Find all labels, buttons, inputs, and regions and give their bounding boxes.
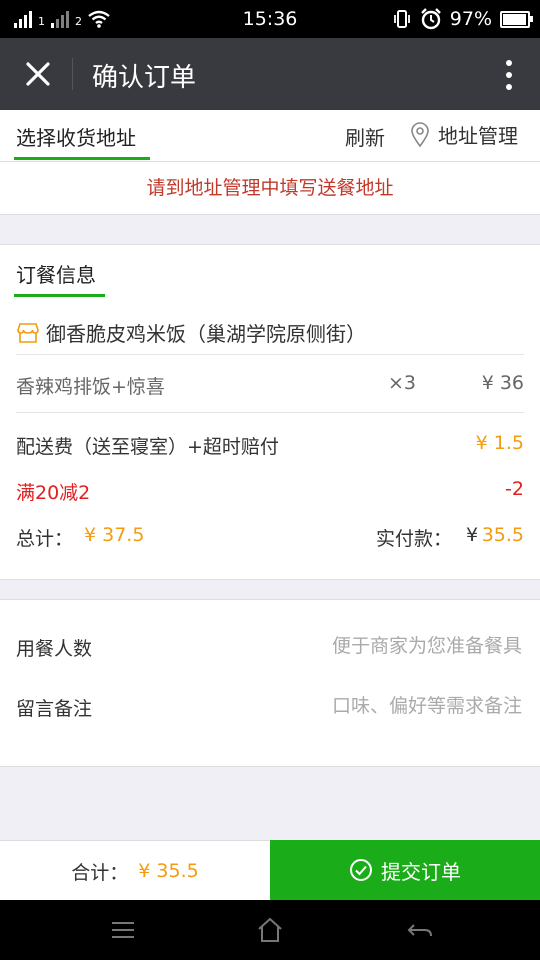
diners-input[interactable] [200, 634, 524, 658]
promo-value: -2 [505, 478, 524, 500]
sum-label: 合计： [71, 861, 129, 884]
item-name: 香辣鸡排饭+惊喜 [16, 376, 165, 398]
order-info-header: 订餐信息 [0, 244, 540, 299]
promo-label: 满20减2 [16, 482, 91, 504]
title-bar: 确认订单 [0, 38, 540, 110]
total-value: ¥ 37.5 [84, 524, 145, 546]
delivery-fee-label: 配送费（送至寝室）+超时赔付 [16, 436, 279, 458]
shop-name: 御香脆皮鸡米饭（巢湖学院原侧街） [46, 322, 366, 346]
address-notice[interactable]: 请到地址管理中填写送餐地址 [0, 162, 540, 215]
location-pin-icon [411, 121, 429, 147]
close-icon[interactable] [20, 56, 56, 92]
more-options-icon[interactable] [500, 58, 518, 92]
paid-value: 35.5 [481, 524, 524, 546]
refresh-button[interactable]: 刷新 [345, 122, 385, 151]
submit-label: 提交订单 [381, 859, 461, 884]
back-icon[interactable] [405, 916, 435, 944]
home-icon[interactable] [255, 916, 285, 944]
menu-icon[interactable] [108, 916, 138, 944]
remark-input[interactable] [200, 694, 524, 718]
vibrate-icon [393, 10, 410, 28]
order-section-title: 订餐信息 [16, 263, 96, 287]
tab-select-address[interactable]: 选择收货地址 [16, 122, 136, 151]
sum-value: ¥ 35.5 [138, 860, 199, 882]
item-quantity: ×3 [388, 372, 417, 394]
item-price: ¥ 36 [481, 372, 524, 394]
diners-label: 用餐人数 [16, 638, 93, 660]
shop-row: 御香脆皮鸡米饭（巢湖学院原侧街） [16, 318, 366, 347]
order-section-indicator [14, 294, 105, 297]
page-title: 确认订单 [92, 63, 197, 93]
address-manage-label: 地址管理 [438, 124, 518, 148]
submit-order-button[interactable]: 提交订单 [270, 840, 540, 900]
title-divider [72, 58, 73, 90]
alarm-icon [420, 8, 441, 30]
system-nav-bar [0, 900, 540, 960]
remark-label: 留言备注 [16, 698, 93, 720]
divider [16, 354, 524, 355]
address-manage-button[interactable]: 地址管理 [410, 120, 518, 149]
status-bar: 1 2 15:36 97% [0, 0, 540, 38]
battery-icon [500, 10, 533, 28]
paid-currency: ¥ [466, 524, 479, 546]
order-details: 御香脆皮鸡米饭（巢湖学院原侧街） 香辣鸡排饭+惊喜 ×3 ¥ 36 配送费（送至… [0, 298, 540, 580]
paid-label: 实付款： [376, 528, 453, 550]
status-right: 97% [392, 8, 533, 30]
delivery-fee-value: ¥ 1.5 [475, 432, 524, 454]
address-tabs: 选择收货地址 刷新 地址管理 [0, 110, 540, 162]
check-circle-icon [350, 859, 372, 881]
footer-total: 合计： ¥ 35.5 [0, 840, 270, 901]
tab-active-indicator [14, 157, 150, 160]
divider [16, 412, 524, 413]
total-label: 总计： [16, 528, 74, 550]
store-icon [17, 322, 39, 343]
battery-percent: 97% [449, 8, 492, 30]
extra-info-section: 用餐人数 留言备注 [0, 599, 540, 767]
